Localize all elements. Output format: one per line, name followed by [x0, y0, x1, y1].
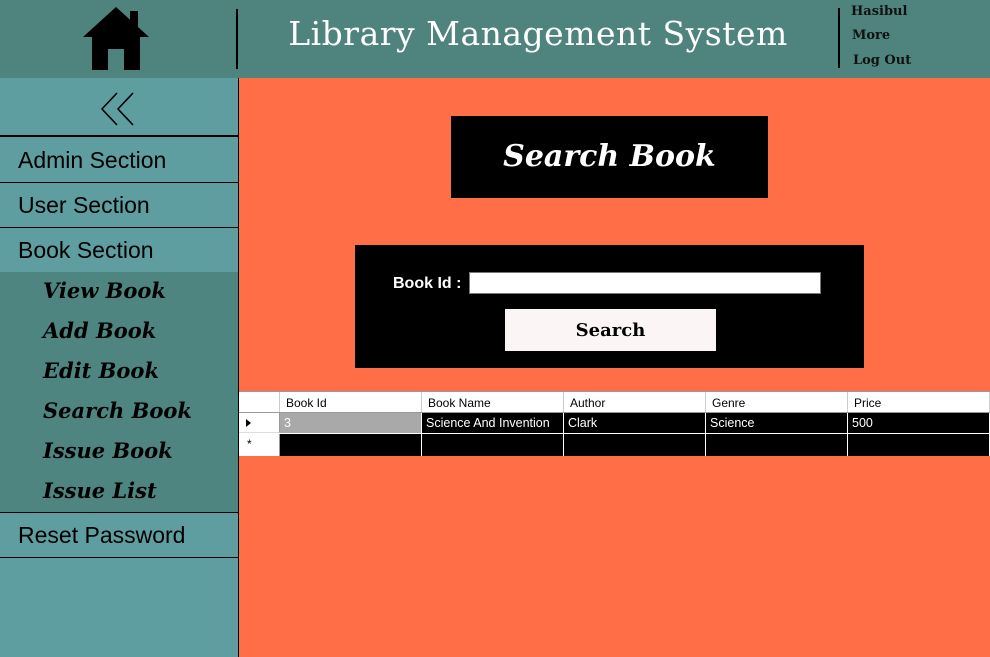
page-title: Search Book — [451, 116, 768, 198]
user-name-link[interactable]: Hasibul — [851, 4, 907, 19]
submenu-item-add-book[interactable]: Add Book — [43, 318, 156, 343]
cell-price[interactable]: 500 — [848, 413, 990, 433]
more-link[interactable]: More — [852, 28, 890, 43]
column-header-book-id[interactable]: Book Id — [280, 392, 422, 412]
column-header-book-name[interactable]: Book Name — [422, 392, 564, 412]
app-header: Library Management System Hasibul More L… — [0, 0, 990, 78]
new-row-marker: * — [247, 437, 252, 451]
new-cell-book-name[interactable] — [422, 434, 564, 456]
book-results-grid: Book Id Book Name Author Genre Price 3 S… — [239, 391, 990, 457]
submenu-item-issue-list[interactable]: Issue List — [43, 478, 157, 503]
row-header[interactable] — [239, 413, 280, 433]
current-row-arrow-icon — [246, 419, 251, 427]
collapse-sidebar-button[interactable] — [0, 78, 238, 137]
grid-header-row: Book Id Book Name Author Genre Price — [239, 391, 990, 413]
sidebar: Admin Section User Section Book Section … — [0, 78, 239, 657]
app-title: Library Management System — [288, 14, 788, 53]
cell-book-name[interactable]: Science And Invention — [422, 413, 564, 433]
column-header-author[interactable]: Author — [564, 392, 706, 412]
row-header[interactable]: * — [239, 434, 280, 456]
submenu-item-search-book[interactable]: Search Book — [43, 398, 192, 423]
new-cell-price[interactable] — [848, 434, 990, 456]
new-cell-book-id[interactable] — [280, 434, 422, 456]
search-button[interactable]: Search — [505, 309, 716, 351]
home-icon[interactable] — [83, 6, 149, 70]
new-cell-genre[interactable] — [706, 434, 848, 456]
header-divider — [838, 8, 840, 68]
sidebar-item-reset-password[interactable]: Reset Password — [0, 513, 238, 558]
new-row[interactable]: * — [239, 434, 990, 456]
cell-book-id[interactable]: 3 — [280, 413, 422, 433]
book-section-submenu: View Book Add Book Edit Book Search Book… — [0, 272, 238, 513]
column-header-genre[interactable]: Genre — [706, 392, 848, 412]
table-row[interactable]: 3 Science And Invention Clark Science 50… — [239, 413, 990, 434]
book-id-input[interactable] — [469, 272, 821, 294]
sidebar-item-admin-section[interactable]: Admin Section — [0, 138, 238, 183]
submenu-item-view-book[interactable]: View Book — [43, 278, 166, 303]
search-panel: Book Id : Search — [355, 245, 864, 368]
cell-genre[interactable]: Science — [706, 413, 848, 433]
cell-author[interactable]: Clark — [564, 413, 706, 433]
double-chevron-left-icon — [100, 92, 134, 126]
column-header-price[interactable]: Price — [848, 392, 990, 412]
submenu-item-edit-book[interactable]: Edit Book — [43, 358, 159, 383]
sidebar-item-user-section[interactable]: User Section — [0, 183, 238, 228]
logout-link[interactable]: Log Out — [853, 53, 911, 68]
grid-corner-cell[interactable] — [239, 392, 280, 412]
submenu-item-issue-book[interactable]: Issue Book — [43, 438, 173, 463]
book-id-label: Book Id : — [393, 275, 462, 292]
sidebar-item-book-section[interactable]: Book Section — [0, 228, 238, 273]
new-cell-author[interactable] — [564, 434, 706, 456]
